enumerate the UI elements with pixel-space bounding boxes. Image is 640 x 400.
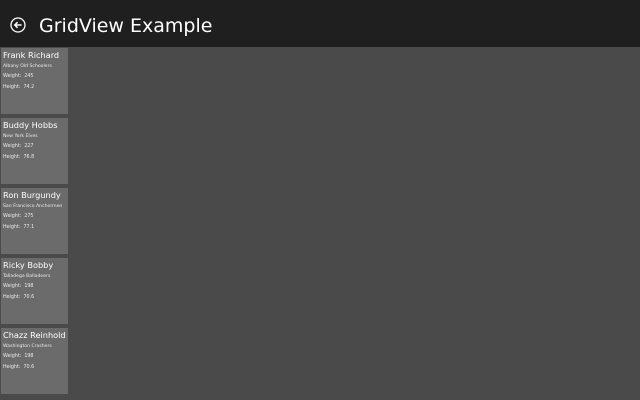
back-button[interactable] [10,17,26,33]
height-value: 77.1 [23,225,35,230]
weight-label: Weight: [3,354,22,359]
player-name: Ricky Bobby [3,260,54,270]
height-label: Height: [3,155,21,160]
player-weight: Weight: 227 [3,143,33,150]
player-name: Ron Burgundy [3,190,61,200]
back-arrow-circle-icon [10,17,26,33]
weight-value: 198 [24,284,34,289]
grid-view: Frank Richard Albany Old Schoolers Weigh… [1,48,68,398]
player-name: Chazz Reinhold [3,330,66,340]
player-team: Talladega Balladeers [3,274,51,279]
player-name: Buddy Hobbs [3,120,58,130]
player-height: Height: 70.6 [3,294,34,301]
player-weight: Weight: 198 [3,283,33,290]
weight-value: 245 [24,74,34,79]
height-value: 76.8 [23,155,35,160]
grid-item[interactable]: Frank Richard Albany Old Schoolers Weigh… [1,48,68,114]
weight-label: Weight: [3,214,22,219]
grid-item[interactable]: Chazz Reinhold Washington Crashers Weigh… [1,328,68,394]
player-height: Height: 74.2 [3,84,34,91]
player-name: Frank Richard [3,50,60,60]
player-height: Height: 77.1 [3,224,34,231]
grid-item[interactable]: Ricky Bobby Talladega Balladeers Weight:… [1,258,68,324]
weight-label: Weight: [3,144,22,149]
weight-value: 275 [24,214,34,219]
player-height: Height: 76.8 [3,154,34,161]
height-value: 74.2 [23,85,35,90]
weight-value: 198 [24,354,34,359]
weight-label: Weight: [3,74,22,79]
player-weight: Weight: 245 [3,73,33,80]
height-value: 70.6 [23,365,35,370]
height-value: 70.6 [23,295,35,300]
height-label: Height: [3,365,21,370]
grid-item[interactable]: Ron Burgundy San Francisco Anchormen Wei… [1,188,68,254]
app-header: GridView Example [0,0,640,47]
page-title: GridView Example [39,15,213,37]
grid-item[interactable]: Buddy Hobbs New York Elves Weight: 227 He… [1,118,68,184]
weight-value: 227 [24,144,34,149]
player-weight: Weight: 275 [3,213,33,220]
weight-label: Weight: [3,284,22,289]
player-height: Height: 70.6 [3,364,34,371]
height-label: Height: [3,85,21,90]
player-team: Albany Old Schoolers [3,64,52,69]
player-team: Washington Crashers [3,344,52,349]
height-label: Height: [3,225,21,230]
player-team: New York Elves [3,134,38,139]
height-label: Height: [3,295,21,300]
player-team: San Francisco Anchormen [3,204,63,209]
player-weight: Weight: 198 [3,353,33,360]
